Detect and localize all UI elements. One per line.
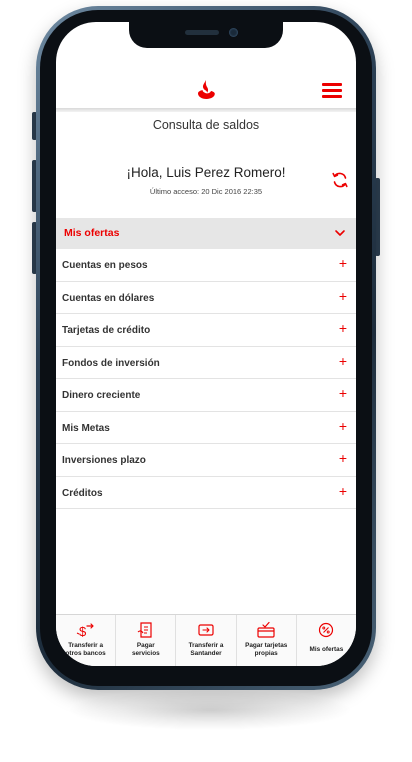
plus-icon: + xyxy=(338,287,347,304)
list-item-label: Tarjetas de crédito xyxy=(62,325,151,336)
last-access-text: Último acceso: 20 Dic 2016 22:35 xyxy=(149,187,263,196)
nav-my-offers[interactable]: Mis ofertas xyxy=(297,615,356,666)
list-item-label: Cuentas en pesos xyxy=(62,260,148,271)
chevron-down-icon xyxy=(335,230,345,236)
list-item-label: Dinero creciente xyxy=(62,390,141,401)
list-item-cuentas-pesos[interactable]: Cuentas en pesos + xyxy=(56,249,356,282)
plus-icon: + xyxy=(338,385,347,401)
list-item-mis-metas[interactable]: Mis Metas + xyxy=(56,412,356,444)
offers-badge-icon xyxy=(319,622,334,638)
plus-icon: + xyxy=(338,255,347,271)
nav-label-line2: otros bancos xyxy=(65,650,106,657)
nav-pay-services[interactable]: Pagar servicios xyxy=(116,615,177,666)
nav-transfer-santander[interactable]: Transferir a Santander xyxy=(176,615,237,666)
plus-icon: + xyxy=(338,320,347,336)
speaker-grille xyxy=(185,30,219,35)
list-item-label: Fondos de inversión xyxy=(62,357,160,369)
app-header xyxy=(56,72,356,108)
plus-icon: + xyxy=(338,417,347,434)
svg-text:$: $ xyxy=(79,624,87,639)
greeting-text: ¡Hola, Luis Perez Romero! xyxy=(126,165,286,180)
list-item-label: Cuentas en dólares xyxy=(62,292,155,304)
header-divider xyxy=(56,108,356,112)
list-item-cuentas-dolares[interactable]: Cuentas en dólares + xyxy=(56,282,356,314)
list-item-label: Mis Metas xyxy=(62,422,110,434)
nav-label-line1: Pagar tarjetas xyxy=(245,642,288,649)
nav-transfer-other-banks[interactable]: $ Transferir a otros bancos xyxy=(56,615,117,666)
nav-label-line1: Transferir a xyxy=(188,642,224,649)
list-item-creditos[interactable]: Créditos + xyxy=(56,477,356,509)
list-item-fondos-inversion[interactable]: Fondos de inversión + xyxy=(56,347,356,379)
nav-pay-own-cards[interactable]: Pagar tarjetas propias xyxy=(237,615,297,666)
list-item-tarjetas-credito[interactable]: Tarjetas de crédito + xyxy=(56,314,356,347)
phone-shadow xyxy=(70,690,350,730)
plus-icon: + xyxy=(338,352,347,369)
pay-card-icon xyxy=(257,621,275,638)
bottom-nav: $ Transferir a otros bancos Pagar servic… xyxy=(56,614,356,666)
phone-notch xyxy=(129,22,283,48)
list-item-inversiones-plazo[interactable]: Inversiones plazo + xyxy=(56,444,356,477)
my-offers-label: Mis ofertas xyxy=(64,227,120,239)
nav-label-line1: Pagar xyxy=(136,642,155,649)
page-title: Consulta de saldos xyxy=(152,118,260,132)
list-item-label: Inversiones plazo xyxy=(62,455,146,466)
hamburger-menu-icon[interactable] xyxy=(322,82,342,98)
pay-bill-icon xyxy=(137,622,152,638)
plus-icon: + xyxy=(338,450,347,466)
plus-icon: + xyxy=(338,482,347,499)
app-screen: Consulta de saldos ¡Hola, Luis Perez Rom… xyxy=(56,22,356,666)
nav-label-line2: servicios xyxy=(131,650,160,657)
nav-label-line1: Mis ofertas xyxy=(309,646,344,653)
my-offers-header[interactable]: Mis ofertas xyxy=(56,218,356,249)
santander-flame-icon[interactable] xyxy=(194,78,218,102)
transfer-santander-icon xyxy=(198,624,214,636)
nav-label-line1: Transferir a xyxy=(68,642,103,649)
front-camera xyxy=(229,28,238,37)
list-item-dinero-creciente[interactable]: Dinero creciente + xyxy=(56,379,356,412)
transfer-money-icon: $ xyxy=(76,623,94,639)
list-item-label: Créditos xyxy=(62,487,103,499)
nav-label-line2: Santander xyxy=(190,650,222,657)
refresh-icon[interactable] xyxy=(330,170,350,190)
accounts-list: Cuentas en pesos + Cuentas en dólares + … xyxy=(56,249,356,509)
nav-label-line2: propias xyxy=(254,650,278,657)
